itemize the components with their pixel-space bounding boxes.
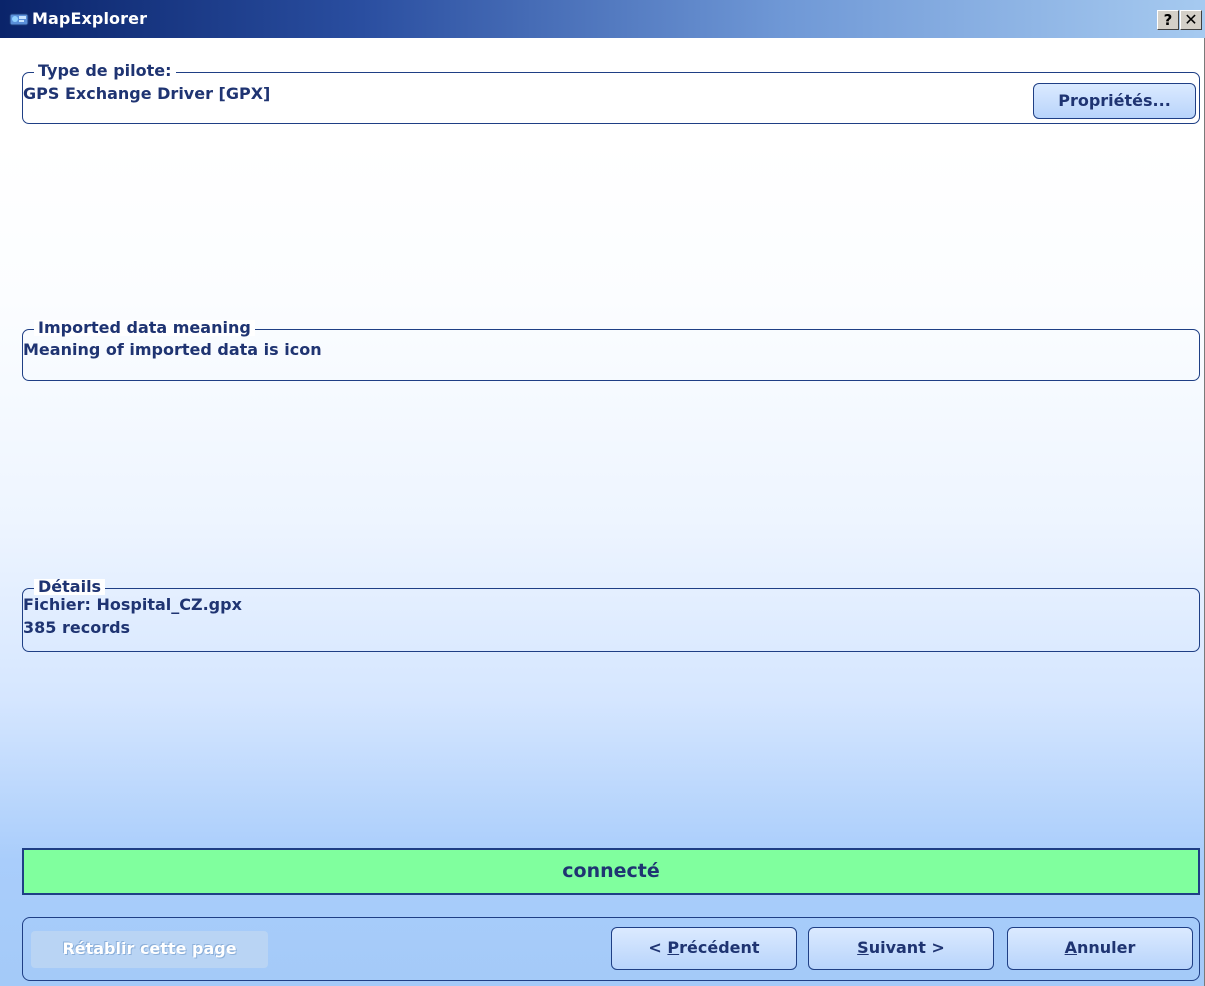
window-title: MapExplorer <box>32 9 148 28</box>
previous-button-prefix: < <box>648 938 668 957</box>
driver-type-legend: Type de pilote: <box>34 63 176 79</box>
cancel-button-label: nnuler <box>1076 938 1136 957</box>
cancel-button-accel: A <box>1064 938 1077 957</box>
connection-status-bar: connecté <box>22 848 1200 895</box>
close-icon: ✕ <box>1184 10 1198 29</box>
driver-type-group: Type de pilote: GPS Exchange Driver [GPX… <box>22 63 1200 124</box>
properties-button[interactable]: Propriétés... <box>1033 83 1196 119</box>
details-legend: Détails <box>34 579 106 595</box>
cancel-button[interactable]: Annuler <box>1007 927 1193 970</box>
next-button-label: uivant > <box>868 938 945 957</box>
imported-data-meaning-text: Meaning of imported data is icon <box>23 340 322 359</box>
details-records-text: 385 records <box>23 618 131 637</box>
details-group: Détails Fichier: Hospital_CZ.gpx 385 rec… <box>22 579 1200 652</box>
wizard-window: MapExplorer ? ✕ Type de pilote: GPS Exch… <box>0 0 1205 986</box>
next-button-accel: S <box>857 938 869 957</box>
next-button[interactable]: Suivant > <box>808 927 994 970</box>
previous-button-accel: P <box>667 938 680 957</box>
driver-name-text: GPS Exchange Driver [GPX] <box>23 84 271 103</box>
details-file-text: Fichier: Hospital_CZ.gpx <box>23 595 242 614</box>
previous-button-label: récédent <box>679 938 760 957</box>
help-button[interactable]: ? <box>1157 10 1179 30</box>
close-button[interactable]: ✕ <box>1180 10 1202 30</box>
reset-page-button[interactable]: Rétablir cette page <box>31 931 268 968</box>
title-bar[interactable]: MapExplorer ? ✕ <box>0 0 1205 38</box>
mapexplorer-app-icon <box>9 13 29 26</box>
imported-data-meaning-group: Imported data meaning Meaning of importe… <box>22 320 1200 381</box>
previous-button[interactable]: < Précédent <box>611 927 797 970</box>
imported-data-meaning-legend: Imported data meaning <box>34 320 255 336</box>
